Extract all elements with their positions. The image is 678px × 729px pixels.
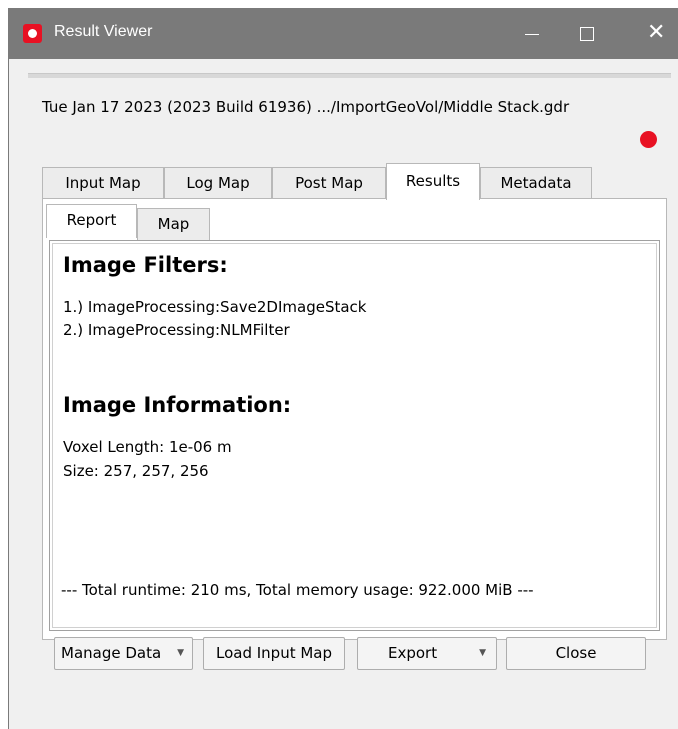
tab-post-map[interactable]: Post Map: [272, 167, 386, 199]
runtime-summary: --- Total runtime: 210 ms, Total memory …: [61, 581, 534, 599]
minimize-icon: [525, 34, 539, 35]
maximize-button[interactable]: [564, 8, 610, 59]
export-label: Export: [388, 644, 438, 662]
subtab-report[interactable]: Report: [46, 204, 137, 238]
manage-data-label: Manage Data: [61, 644, 162, 662]
tab-metadata[interactable]: Metadata: [480, 167, 592, 199]
image-filters-heading: Image Filters:: [63, 253, 228, 277]
window-title: Result Viewer: [54, 23, 153, 40]
minimize-button[interactable]: [509, 8, 555, 59]
image-information-heading: Image Information:: [63, 393, 292, 417]
title-bar[interactable]: Result Viewer ✕: [9, 8, 678, 59]
filter-item: 1.) ImageProcessing:Save2DImageStack: [63, 298, 367, 316]
load-input-map-button[interactable]: Load Input Map: [203, 637, 345, 670]
manage-data-button[interactable]: Manage Data ▼: [54, 637, 193, 670]
voxel-length-line: Voxel Length: 1e-06 m: [63, 438, 232, 456]
dropdown-caret-icon: ▼: [177, 648, 184, 658]
tab-log-map[interactable]: Log Map: [164, 167, 272, 199]
close-icon: ✕: [647, 20, 666, 45]
export-button[interactable]: Export ▼: [357, 637, 497, 670]
subtab-map[interactable]: Map: [137, 208, 210, 240]
status-indicator: [640, 131, 657, 148]
report-view[interactable]: Image Filters: 1.) ImageProcessing:Save2…: [49, 240, 660, 631]
result-viewer-window: Result Viewer ✕ ........ Tue Jan 17 2023…: [8, 8, 678, 729]
tab-input-map[interactable]: Input Map: [42, 167, 164, 199]
results-panel: Report Map Image Filters: 1.) ImageProce…: [42, 198, 667, 640]
dropdown-caret-icon: ▼: [479, 648, 486, 658]
tab-results[interactable]: Results: [386, 163, 480, 200]
splitter-handle[interactable]: [28, 73, 671, 78]
maximize-icon: [580, 27, 594, 41]
app-icon: [23, 24, 42, 43]
size-line: Size: 257, 257, 256: [63, 462, 209, 480]
filter-item: 2.) ImageProcessing:NLMFilter: [63, 321, 290, 339]
build-info-line: Tue Jan 17 2023 (2023 Build 61936) .../I…: [42, 98, 570, 116]
close-window-button[interactable]: ✕: [633, 8, 678, 59]
close-button[interactable]: Close: [506, 637, 646, 670]
